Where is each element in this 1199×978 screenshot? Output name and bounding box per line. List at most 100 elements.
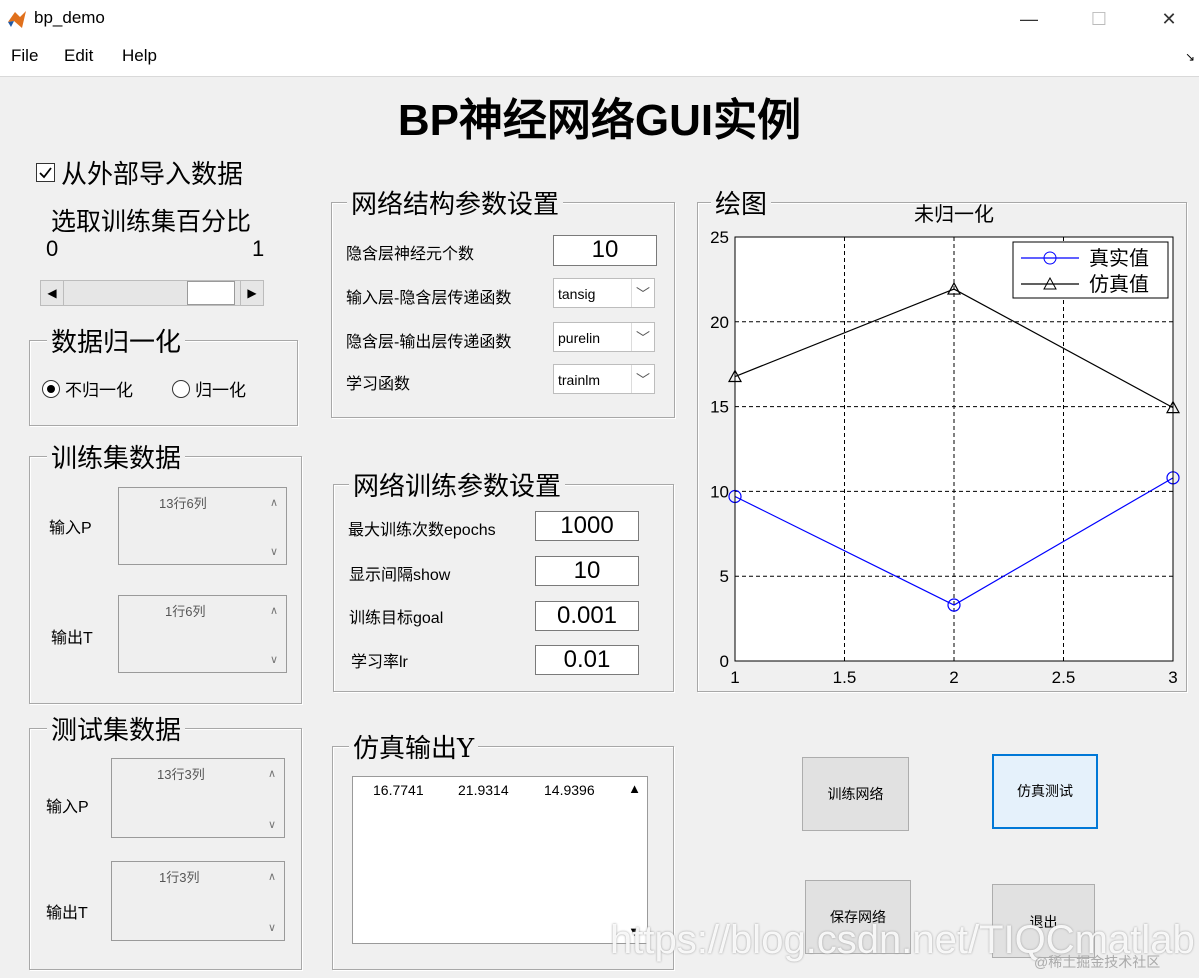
epochs-input[interactable]: 1000: [535, 511, 639, 541]
legend-label: 仿真值: [1089, 273, 1149, 296]
in-hidden-tf-dropdown[interactable]: tansig ﹀: [553, 278, 655, 308]
structure-title: 网络结构参数设置: [347, 184, 564, 221]
x-tick-label: 2: [949, 668, 958, 687]
in-hidden-tf-label: 输入层-隐含层传递函数: [346, 290, 512, 307]
import-checkbox-label: 从外部导入数据: [61, 160, 244, 190]
radio-normalize[interactable]: 归一化: [172, 376, 246, 401]
close-button[interactable]: ✕: [1146, 4, 1192, 34]
learn-fn-value: trainlm: [558, 372, 601, 388]
menu-edit[interactable]: Edit: [64, 46, 93, 66]
watermark-community: @稀土掘金技术社区: [1034, 954, 1161, 970]
y-tick-label: 25: [710, 228, 729, 247]
scroll-down-icon[interactable]: ∨: [270, 545, 278, 558]
train-percent-slider[interactable]: ◀ ▶: [40, 280, 264, 306]
learn-fn-label: 学习函数: [346, 376, 411, 393]
epochs-label: 最大训练次数epochs: [348, 522, 496, 539]
test-output-listbox[interactable]: 1行3列 ∧ ∨: [111, 861, 285, 941]
slider-thumb[interactable]: [186, 281, 235, 305]
train-input-label: 输入P: [49, 520, 92, 537]
in-hidden-tf-value: tansig: [558, 286, 596, 302]
hidden-out-tf-label: 隐含层-输出层传递函数: [346, 334, 512, 351]
matlab-icon: [8, 11, 26, 28]
train-output-value: 1行6列: [165, 604, 206, 619]
scroll-up-icon[interactable]: ∧: [268, 870, 276, 883]
check-icon: [39, 167, 52, 179]
scroll-down-icon[interactable]: ∨: [268, 818, 276, 831]
show-input[interactable]: 10: [535, 556, 639, 586]
checkbox-box[interactable]: [36, 163, 55, 182]
test-input-listbox[interactable]: 13行3列 ∧ ∨: [111, 758, 285, 838]
goal-label: 训练目标goal: [349, 610, 444, 627]
legend-label: 真实值: [1089, 247, 1149, 270]
test-output-label: 输出T: [46, 905, 88, 922]
slider-left-arrow-icon[interactable]: ◀: [41, 281, 64, 305]
sim-output-value-1: 16.7741: [373, 782, 424, 798]
title-bar: bp_demo — ☐ ✕: [0, 0, 1199, 38]
y-tick-label: 5: [720, 567, 729, 586]
hidden-neurons-label: 隐含层神经元个数: [346, 246, 475, 263]
radio-no-normalize-label: 不归一化: [65, 381, 133, 400]
normalize-group-title: 数据归一化: [47, 322, 186, 359]
chart-grid: [734, 236, 1174, 662]
train-network-button[interactable]: 训练网络: [802, 757, 909, 831]
learn-fn-dropdown[interactable]: trainlm ﹀: [553, 364, 655, 394]
chevron-down-icon[interactable]: ﹀: [631, 279, 654, 307]
train-input-listbox[interactable]: 13行6列 ∧ ∨: [118, 487, 287, 565]
x-tick-label: 3: [1168, 668, 1177, 687]
scroll-up-icon[interactable]: ▲: [628, 781, 641, 796]
goal-input[interactable]: 0.001: [535, 601, 639, 631]
sim-output-title: 仿真输出Y: [349, 728, 479, 765]
lr-input[interactable]: 0.01: [535, 645, 639, 675]
x-tick-label: 2.5: [1052, 668, 1076, 687]
train-data-title: 训练集数据: [47, 438, 186, 475]
hidden-out-tf-value: purelin: [558, 330, 601, 346]
sim-test-button[interactable]: 仿真测试: [992, 754, 1098, 829]
hidden-out-tf-dropdown[interactable]: purelin ﹀: [553, 322, 655, 352]
lr-label: 学习率lr: [351, 654, 408, 671]
sim-output-listbox[interactable]: 16.7741 21.9314 14.9396 ▲ ▼: [352, 776, 648, 944]
menu-help[interactable]: Help: [122, 46, 157, 66]
toolbar-toggle-icon[interactable]: ↘: [1185, 50, 1195, 64]
main-title: BP神经网络GUI实例: [397, 96, 802, 145]
train-output-listbox[interactable]: 1行6列 ∧ ∨: [118, 595, 287, 673]
chart-legend: 真实值仿真值: [1012, 241, 1169, 299]
hidden-neurons-input[interactable]: 10: [553, 235, 657, 266]
chevron-down-icon[interactable]: ﹀: [631, 365, 654, 393]
test-data-title: 测试集数据: [47, 710, 186, 747]
scroll-up-icon[interactable]: ∧: [270, 604, 278, 617]
x-tick-label: 1.5: [833, 668, 857, 687]
scroll-up-icon[interactable]: ∧: [268, 767, 276, 780]
scroll-down-icon[interactable]: ∨: [270, 653, 278, 666]
test-input-value: 13行3列: [157, 767, 205, 782]
test-input-label: 输入P: [46, 799, 89, 816]
scroll-up-icon[interactable]: ∧: [270, 496, 278, 509]
chevron-down-icon[interactable]: ﹀: [631, 323, 654, 351]
x-tick-label: 1: [730, 668, 739, 687]
radio-selected-icon[interactable]: [42, 379, 60, 398]
slider-right-arrow-icon[interactable]: ▶: [240, 281, 263, 305]
menu-bar: File Edit Help ↘: [0, 38, 1199, 77]
test-output-value: 1行3列: [159, 870, 200, 885]
slider-max-label: 1: [252, 236, 265, 261]
window-title: bp_demo: [34, 8, 105, 27]
y-tick-label: 10: [710, 482, 729, 501]
train-output-label: 输出T: [51, 630, 93, 647]
train-input-value: 13行6列: [159, 496, 207, 511]
minimize-button[interactable]: —: [1006, 4, 1052, 34]
show-label: 显示间隔show: [349, 567, 451, 584]
radio-empty-icon[interactable]: [172, 379, 190, 398]
y-tick-label: 15: [710, 398, 729, 417]
maximize-button[interactable]: ☐: [1076, 4, 1122, 34]
scroll-down-icon[interactable]: ∨: [268, 921, 276, 934]
sim-output-value-2: 21.9314: [458, 782, 509, 798]
import-checkbox[interactable]: 从外部导入数据: [36, 154, 243, 191]
radio-no-normalize[interactable]: 不归一化: [42, 376, 133, 401]
radio-normalize-label: 归一化: [195, 381, 246, 400]
chart-title: 未归一化: [914, 203, 994, 226]
y-tick-label: 20: [710, 313, 729, 332]
line-chart[interactable]: 未归一化 1 1.5 2 2.5 3 0 5 10 15 20 25 真实值仿真值: [697, 195, 1185, 690]
menu-file[interactable]: File: [11, 46, 38, 66]
slider-title: 选取训练集百分比: [51, 207, 252, 236]
sim-output-value-3: 14.9396: [544, 782, 595, 798]
training-title: 网络训练参数设置: [349, 466, 566, 503]
